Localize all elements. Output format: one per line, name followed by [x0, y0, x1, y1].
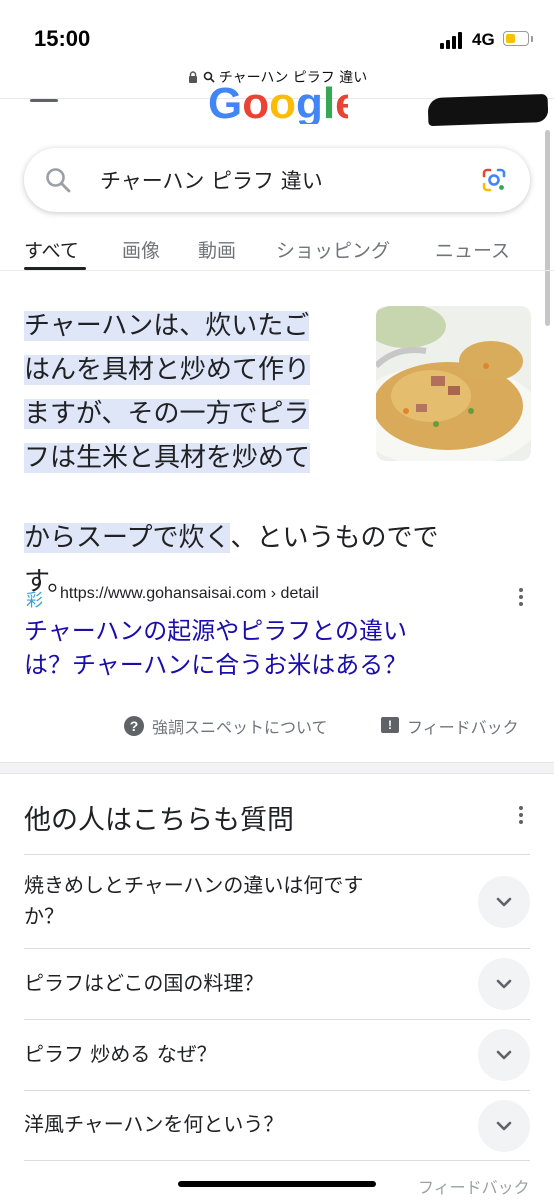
snippet-highlight-line: からスープで炊く — [24, 523, 231, 553]
scrollbar[interactable] — [545, 130, 550, 326]
snippet-highlight-line: はんを具材と炒めて作り — [24, 355, 311, 385]
section-divider — [0, 762, 554, 774]
fried-rice-photo[interactable] — [376, 306, 531, 461]
snippet-highlight-line: フは生米と具材を炒めて — [24, 443, 311, 473]
paa-question[interactable]: ピラフはどこの国の料理？ — [24, 968, 444, 999]
tab-shopping[interactable]: ショッピング — [276, 236, 390, 263]
paa-divider — [24, 1019, 530, 1020]
status-time: 15:00 — [34, 26, 91, 51]
lock-icon — [188, 71, 197, 83]
snippet-highlight-line: チャーハンは、炊いたご — [24, 311, 310, 341]
chevron-down-icon[interactable] — [478, 1029, 530, 1081]
redacted-account-area — [427, 93, 549, 127]
paa-heading: 他の人はこちらも質問 — [24, 805, 294, 836]
cell-signal-icon — [440, 31, 466, 49]
network-type: 4G — [472, 30, 495, 49]
more-options-icon[interactable] — [519, 588, 523, 609]
paa-divider — [24, 948, 530, 949]
svg-text:Google: Google — [208, 79, 348, 124]
about-featured-snippets[interactable]: 強調スニペットについて — [152, 714, 328, 738]
result-title-line: チャーハンの起源やピラフとの違い — [24, 617, 408, 645]
battery-icon — [503, 31, 529, 46]
chevron-down-icon[interactable] — [478, 1100, 530, 1152]
paa-feedback-link[interactable]: フィードバック — [418, 1174, 530, 1198]
tab-images[interactable]: 画像 — [122, 236, 160, 263]
google-logo[interactable]: Google — [208, 72, 348, 124]
help-icon[interactable]: ? — [124, 716, 144, 736]
result-title-link[interactable]: チャーハンの起源やピラフとの違い は？チャーハンに合うお米はある？ — [24, 614, 514, 682]
battery-tip — [531, 36, 533, 42]
feedback-icon[interactable]: ! — [381, 717, 399, 733]
tab-videos[interactable]: 動画 — [198, 236, 236, 263]
search-icon[interactable] — [44, 166, 72, 194]
chevron-down-icon[interactable] — [478, 876, 530, 928]
paa-question-text: ピラフはどこの国の料理？ — [24, 971, 264, 995]
paa-question[interactable]: 洋風チャーハンを何という？ — [24, 1109, 444, 1140]
feedback-link[interactable]: フィードバック — [407, 714, 519, 738]
featured-snippet-text: チャーハンは、炊いたご はんを具材と炒めて作り ますが、その一方でピラ フは生米… — [24, 304, 354, 480]
paa-more-options-icon[interactable] — [519, 806, 523, 827]
paa-question-text: 焼きめしとチャーハンの違いは何です — [24, 873, 364, 897]
hamburger-menu-icon[interactable] — [30, 99, 58, 102]
paa-question-text: か？ — [24, 904, 64, 928]
tab-news[interactable]: ニュース — [435, 236, 510, 263]
paa-question-text: 洋風チャーハンを何という？ — [24, 1112, 284, 1136]
search-input[interactable]: チャーハン ピラフ 違い — [100, 165, 323, 195]
google-lens-icon[interactable] — [480, 166, 508, 194]
paa-question[interactable]: ピラフ 炒める なぜ？ — [24, 1039, 444, 1070]
site-favicon-icon: 彩 — [26, 591, 43, 611]
home-indicator[interactable] — [178, 1181, 376, 1187]
tabs-divider — [0, 270, 554, 271]
chevron-down-icon[interactable] — [478, 958, 530, 1010]
snippet-tail-text: 、というものでで — [230, 523, 439, 553]
paa-divider — [24, 854, 530, 855]
paa-divider — [24, 1160, 530, 1161]
tab-all[interactable]: すべて — [24, 236, 79, 263]
paa-question[interactable]: 焼きめしとチャーハンの違いは何です か？ — [24, 870, 444, 932]
snippet-highlight-line: ますが、その一方でピラ — [24, 399, 310, 429]
result-title-line: は？チャーハンに合うお米はある？ — [24, 651, 408, 679]
paa-question-text: ピラフ 炒める なぜ？ — [24, 1042, 217, 1066]
paa-divider — [24, 1090, 530, 1091]
source-url[interactable]: https://www.gohansaisai.com › detail — [60, 585, 319, 603]
